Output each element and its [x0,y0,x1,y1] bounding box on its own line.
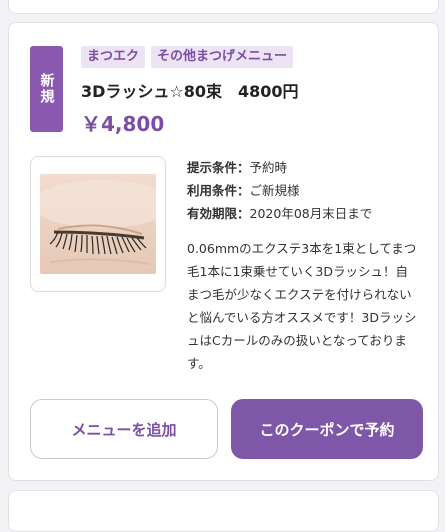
reserve-with-coupon-button[interactable]: このクーポンで予約 [231,399,423,459]
condition-expiry: 有効期限：2020年08月末日まで [187,202,372,225]
coupon-description: 0.06mmのエクステ3本を1束としてまつ毛1本に1束乗せていく3Dラッシュ！自… [187,241,417,371]
next-coupon-card [8,490,439,532]
add-menu-button[interactable]: メニューを追加 [30,399,218,459]
condition-usage: 利用条件：ご新規様 [187,179,372,202]
condition-present: 提示条件：予約時 [187,156,372,179]
coupon-thumbnail [30,156,166,292]
coupon-conditions: 提示条件：予約時 利用条件：ご新規様 有効期限：2020年08月末日まで [187,156,372,225]
tag-other-lash-menu: その他まつげメニュー [151,46,294,68]
condition-label: 有効期限： [187,206,250,221]
coupon-card: 新規 まつエク その他まつげメニュー 3Dラッシュ☆80束 4800円 ￥4,8… [8,22,439,481]
eyelash-photo [40,174,156,274]
coupon-title: 3Dラッシュ☆80束 4800円 [81,82,299,101]
new-customer-badge: 新規 [30,46,63,132]
condition-value: ご新規様 [249,183,300,198]
condition-value: 予約時 [249,160,288,175]
condition-value: 2020年08月末日まで [249,206,373,221]
tag-lash-extension: まつエク [81,46,146,68]
condition-label: 提示条件： [187,160,250,175]
coupon-tags: まつエク その他まつげメニュー [81,46,294,68]
coupon-price: ￥4,800 [81,112,165,136]
previous-coupon-card [8,0,439,14]
condition-label: 利用条件： [187,183,250,198]
